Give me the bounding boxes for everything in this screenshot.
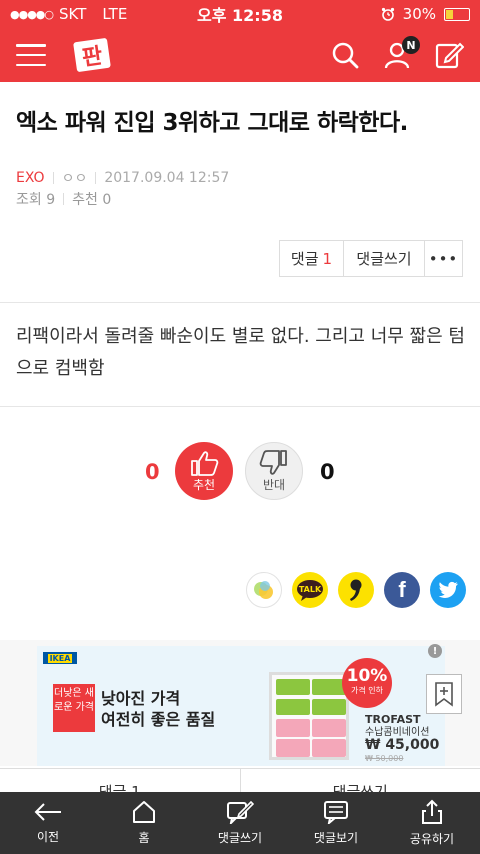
- post-author: ㅇㅇ: [61, 171, 88, 187]
- ikea-logo: IKEA: [43, 652, 77, 664]
- nav-home-label: 홈: [138, 831, 150, 845]
- thumbs-up-icon: [191, 450, 219, 476]
- view-comments-icon: [324, 801, 348, 824]
- comments-label: 댓글: [290, 250, 319, 268]
- ad-banner[interactable]: IKEA 더낮은 새로운 가격 낮아진 가격 여전히 좋은 품질 10% 가격 …: [0, 640, 480, 766]
- ad-product: TROFAST 수납콤비네이션 ₩ 45,000 ₩ 50,000: [365, 714, 439, 765]
- downvote-button[interactable]: 반대: [245, 442, 303, 500]
- status-right: 30%: [310, 5, 470, 23]
- talk-label: TALK: [299, 585, 322, 594]
- menu-icon[interactable]: [16, 44, 46, 66]
- post-body: 리팩이라서 돌려줄 빠순이도 별로 없다. 그리고 너무 짧은 텀으로 컴백함: [16, 326, 465, 379]
- post-views: 조회 9: [16, 192, 56, 208]
- meta-divider: [95, 172, 97, 184]
- upvote-count: 0: [145, 460, 160, 484]
- product-name: TROFAST: [365, 713, 421, 726]
- ad-headline-1: 낮아진 가격: [101, 689, 181, 708]
- alarm-icon: [381, 7, 395, 21]
- ad-info-icon[interactable]: !: [428, 644, 442, 658]
- back-arrow-icon: [34, 803, 61, 821]
- post-meta: EXO ㅇㅇ 2017.09.04 12:57: [16, 168, 229, 188]
- edit-icon[interactable]: [434, 40, 465, 70]
- ad-content[interactable]: IKEA 더낮은 새로운 가격 낮아진 가격 여전히 좋은 품질 10% 가격 …: [37, 646, 445, 766]
- upvote-button[interactable]: 추천: [175, 442, 233, 500]
- search-icon[interactable]: [330, 40, 360, 70]
- thumbs-down-icon: [259, 449, 287, 475]
- logo[interactable]: 판: [72, 35, 112, 75]
- more-button[interactable]: •••: [425, 241, 462, 276]
- user-icon[interactable]: N: [382, 36, 420, 70]
- signal-strength: ●●●●○: [10, 7, 54, 21]
- shelf-image: [269, 672, 349, 760]
- product-old-price: ₩ 50,000: [365, 754, 404, 763]
- nav-back[interactable]: 이전: [0, 792, 96, 854]
- status-time: 오후 12:58: [197, 6, 283, 25]
- nav-home[interactable]: 홈: [96, 792, 192, 854]
- nav-back-label: 이전: [36, 830, 60, 844]
- meta-divider: [52, 172, 54, 184]
- nav-view-comments[interactable]: 댓글보기: [288, 792, 384, 854]
- divider: [0, 406, 480, 407]
- write-comment-button[interactable]: 댓글쓰기: [344, 241, 425, 276]
- comments-count: 1: [322, 249, 333, 268]
- tab-write-comment[interactable]: 댓글쓰기: [241, 769, 480, 792]
- kakaostory-icon[interactable]: [246, 572, 282, 608]
- discount-badge: 10% 가격 인하: [342, 658, 392, 708]
- meta-divider: [63, 193, 65, 205]
- network-label: LTE: [102, 5, 128, 23]
- bottom-nav: 이전 홈 댓글쓰기 댓글보기 공유하기: [0, 792, 480, 854]
- discount-value: 10%: [346, 666, 388, 686]
- facebook-label: f: [398, 577, 406, 602]
- comments-button[interactable]: 댓글 1: [280, 241, 344, 276]
- notification-badge: N: [402, 36, 420, 54]
- status-bar: ●●●●○ SKT LTE 오후 12:58 30%: [0, 0, 480, 28]
- logo-text: 판: [81, 44, 105, 72]
- quote-icon[interactable]: [338, 572, 374, 608]
- post-title: 엑소 파워 진입 3위하고 그대로 하락한다.: [16, 110, 408, 136]
- ad-headline-2: 여전히 좋은 품질: [101, 710, 216, 729]
- nav-write-comment-label: 댓글쓰기: [217, 831, 263, 845]
- home-icon: [133, 801, 155, 823]
- tab-comments[interactable]: 댓글 1: [0, 769, 241, 792]
- ad-tag: 더낮은 새로운 가격: [53, 684, 95, 732]
- battery-percent: 30%: [402, 5, 436, 23]
- carrier-label: SKT: [59, 5, 87, 23]
- bookmark-icon[interactable]: [426, 674, 462, 714]
- ad-headline: 낮아진 가격 여전히 좋은 품질: [101, 688, 215, 730]
- write-comment-icon: [227, 800, 254, 824]
- twitter-icon[interactable]: [430, 572, 466, 608]
- nav-share-label: 공유하기: [409, 832, 455, 846]
- nav-write-comment[interactable]: 댓글쓰기: [192, 792, 288, 854]
- post-date: 2017.09.04 12:57: [104, 170, 230, 186]
- comment-tabs: 댓글 1 댓글쓰기: [0, 768, 480, 792]
- share-icon: [422, 799, 442, 824]
- discount-note: 가격 인하: [351, 686, 383, 695]
- nav-view-comments-label: 댓글보기: [313, 831, 359, 845]
- status-left: ●●●●○ SKT LTE: [10, 5, 170, 23]
- facebook-icon[interactable]: f: [384, 572, 420, 608]
- app-header: 판 N: [0, 28, 480, 82]
- ad-brand: IKEA: [47, 653, 73, 663]
- downvote-count: 0: [320, 460, 335, 484]
- post-action-group: 댓글 1 댓글쓰기 •••: [279, 240, 463, 277]
- post-stats: 조회 9 추천 0: [16, 189, 111, 209]
- downvote-label: 반대: [262, 477, 286, 492]
- post-recommends: 추천 0: [72, 192, 112, 208]
- nav-share[interactable]: 공유하기: [384, 792, 480, 854]
- kakaotalk-icon[interactable]: TALK: [292, 572, 328, 608]
- product-price: ₩ 45,000: [365, 737, 440, 753]
- upvote-label: 추천: [192, 477, 216, 492]
- post-category[interactable]: EXO: [16, 170, 45, 186]
- header-actions: N: [330, 36, 465, 70]
- divider: [0, 302, 480, 303]
- battery-icon: [444, 7, 470, 21]
